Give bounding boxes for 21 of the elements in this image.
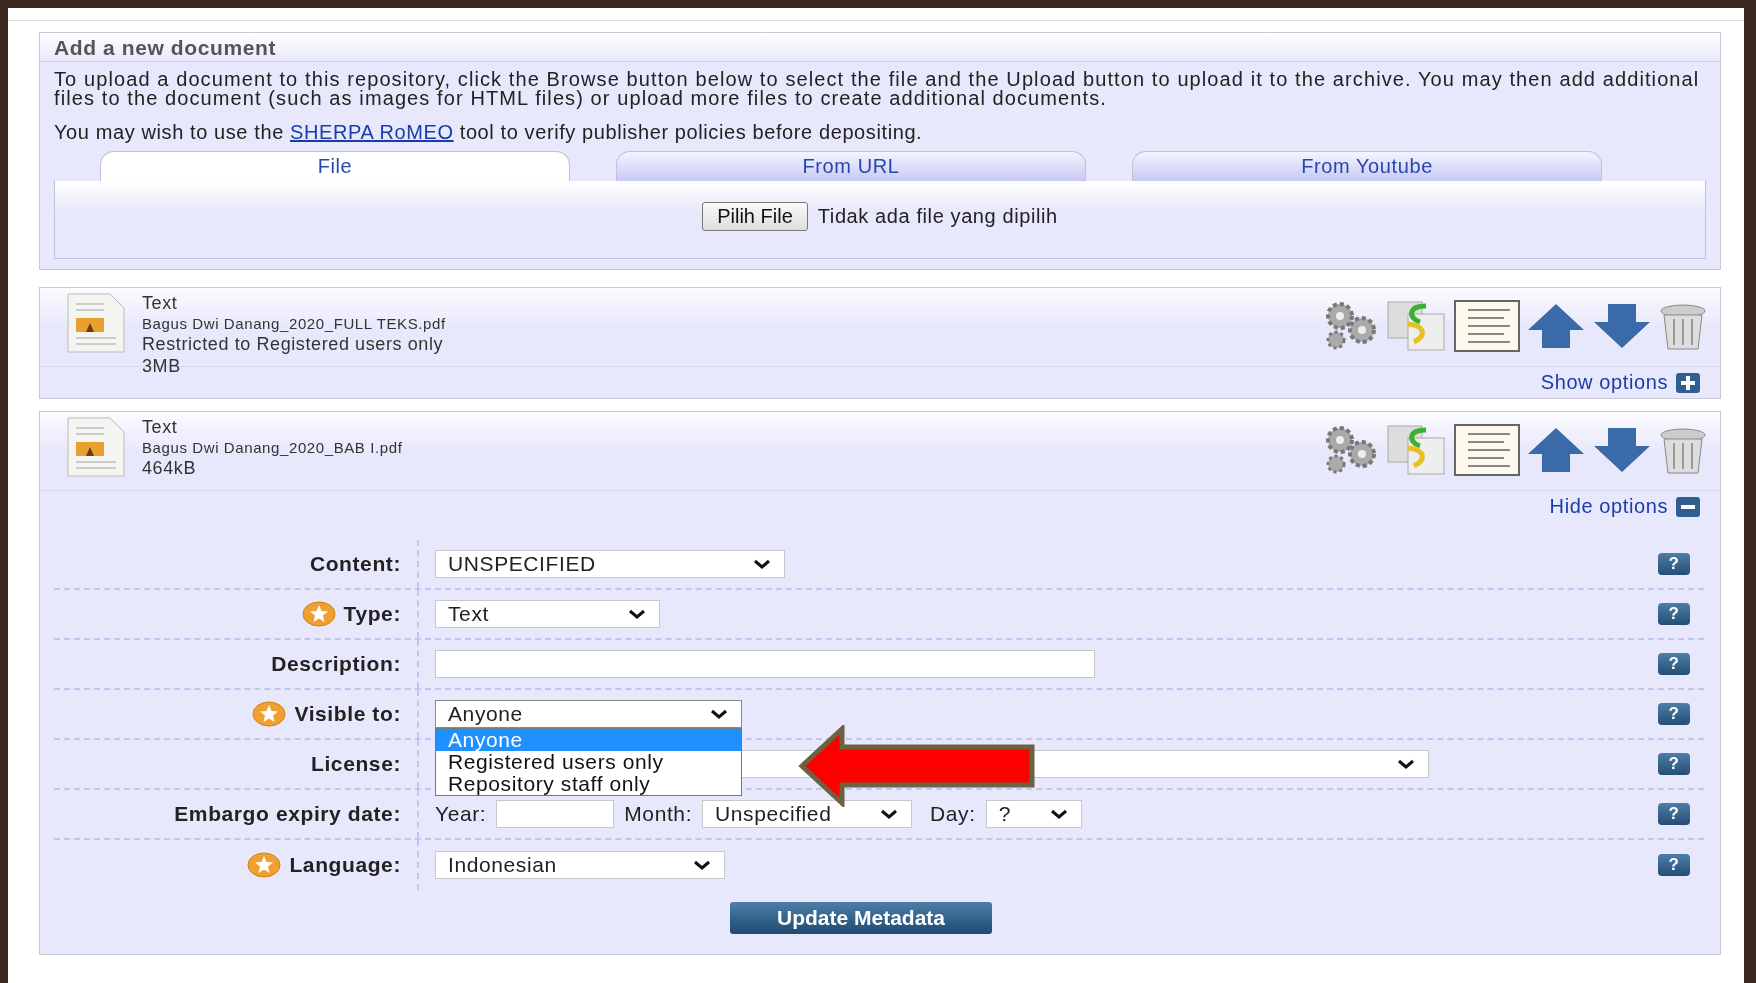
document-size: 464kB (142, 457, 198, 479)
document-filename: Bagus Dwi Danang_2020_BAB I.pdf (142, 438, 404, 457)
hint-text: You may wish to use the SHERPA RoMEO tool to verify publisher policies before depositing. (53, 120, 924, 143)
month-label: Month: (624, 802, 693, 826)
field-label: Content: (309, 552, 401, 576)
document-access: Restricted to Registered users only (142, 333, 445, 355)
document-type: Text (142, 292, 179, 314)
section-title: Add a new document (40, 33, 1720, 62)
field-label: Type: (343, 602, 401, 626)
document-type: Text (142, 416, 179, 438)
field-label: Language: (289, 853, 401, 877)
file-status: Tidak ada file yang dipilih (817, 205, 1058, 228)
intro-text: To upload a document to this repository, click the Browse button below to select the file and the Upload button to upload it to the archive. You may then add additional files to the document (such as images for HTML files) or upload more files to create additional documents. (53, 67, 1701, 108)
field-label: Embargo expiry date: (174, 802, 401, 826)
day-label: Day: (930, 802, 976, 826)
field-label: Description: (271, 652, 401, 676)
document-size: 3MB (142, 355, 182, 377)
field-label: Visible to: (294, 702, 401, 726)
year-label: Year: (435, 802, 487, 826)
field-label: License: (311, 752, 401, 776)
document-filename: Bagus Dwi Danang_2020_FULL TEKS.pdf (142, 314, 447, 333)
